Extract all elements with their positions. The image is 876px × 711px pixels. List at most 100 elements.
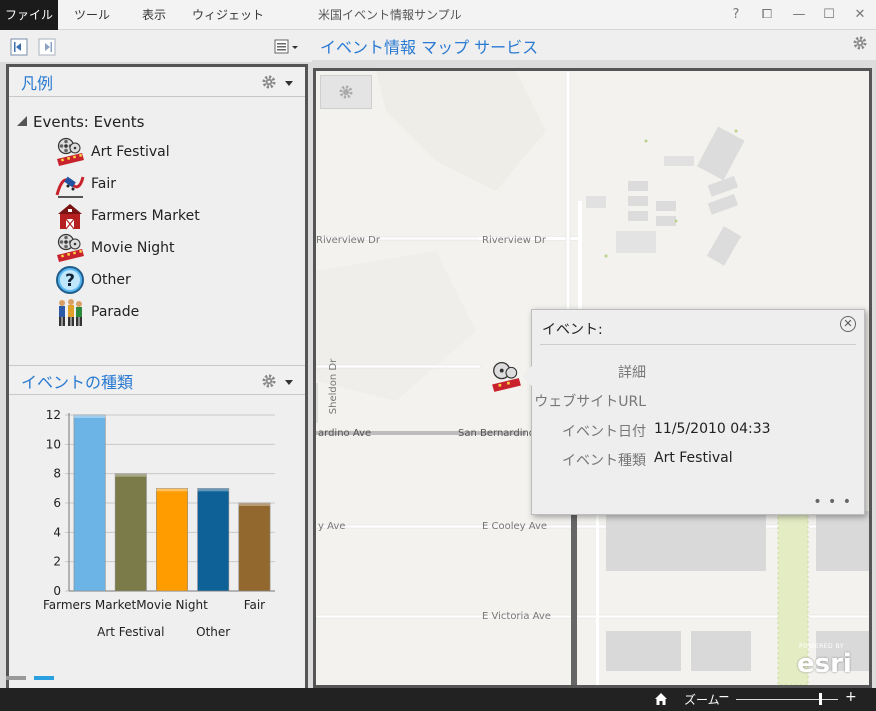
road-label: Riverview Dr (482, 235, 546, 246)
zoom-slider-track[interactable] (736, 699, 838, 700)
tab-file[interactable]: ファイル (0, 0, 58, 30)
popup-row-type: イベント種類 Art Festival (532, 450, 866, 472)
legend-item-label: Parade (91, 304, 140, 320)
x-tick-label: Fair (244, 598, 265, 612)
minimize-button[interactable]: — (789, 5, 809, 25)
tab-view[interactable]: 表示 (126, 0, 182, 30)
legend-layer-row[interactable]: Events: Events (17, 113, 144, 131)
parade-people-icon (59, 299, 82, 326)
bar (156, 488, 188, 592)
legend-header: 凡例 (9, 67, 305, 97)
status-bar: ズーム − + (0, 688, 876, 711)
left-panel-frame: 凡例 Events: Events Art Festival Fair Farm… (6, 64, 308, 692)
left-panel-toolbar (0, 30, 312, 62)
feature-popup: イベント: ✕ 詳細 ウェブサイトURL イベント日付 11/5/2010 04… (522, 309, 866, 515)
popup-pointer (522, 366, 532, 386)
question-mark-icon: ? (56, 266, 84, 294)
y-tick-label: 10 (46, 437, 61, 451)
chart-menu-chevron-down-icon[interactable] (285, 380, 293, 385)
map-settings-gear-icon[interactable] (852, 35, 868, 51)
chart-header: イベントの種類 (9, 365, 305, 395)
y-tick-label: 12 (46, 408, 61, 422)
svg-text:?: ? (65, 271, 75, 291)
event-types-chart: 0 2 4 6 8 10 12 Farmers Market Art Festival Movie… (9, 397, 305, 657)
zoom-out-button[interactable]: − (718, 689, 730, 705)
app-title: 米国イベント情報サンプル (318, 8, 462, 22)
panel-page-indicator-active[interactable] (34, 676, 54, 680)
help-button[interactable]: ? (726, 5, 746, 25)
map-title: イベント情報 マップ サービス (320, 38, 539, 57)
map-panel: イベント情報 マップ サービス Riverview Dr Riverview D… (312, 30, 876, 688)
expand-triangle-icon[interactable] (17, 116, 27, 126)
legend-menu-chevron-down-icon[interactable] (285, 81, 293, 86)
zoom-slider-thumb[interactable] (818, 693, 822, 705)
map-tool-button[interactable] (320, 75, 372, 109)
close-button[interactable]: ✕ (850, 5, 870, 25)
bar-chart: 0 2 4 6 8 10 12 Farmers Market Art Festival Movie… (43, 408, 275, 639)
collapse-panel-icon[interactable] (10, 38, 28, 56)
bar-highlight (238, 503, 271, 506)
popup-row-details: 詳細 (532, 362, 866, 384)
popup-title: イベント: (542, 322, 603, 338)
roller-coaster-icon (55, 176, 85, 198)
tab-widgets[interactable]: ウィジェット (188, 0, 268, 30)
bar-highlight (156, 488, 188, 492)
panel-page-indicator[interactable] (6, 676, 26, 680)
popup-field-key: イベント種類 (562, 453, 646, 469)
bar (197, 488, 230, 592)
maximize-button[interactable]: ☐ (819, 5, 839, 25)
zoom-in-button[interactable]: + (845, 689, 857, 705)
legend-item-label: Farmers Market (91, 208, 200, 224)
expand-panel-icon[interactable] (38, 38, 56, 56)
map-tool-gear-icon (339, 85, 353, 99)
film-reel-icon (57, 137, 84, 166)
y-tick-label: 8 (53, 467, 61, 481)
y-tick-label: 0 (53, 584, 61, 598)
home-icon[interactable] (654, 692, 668, 706)
popup-close-icon[interactable]: ✕ (840, 316, 856, 332)
panel-layout-menu-icon[interactable] (274, 38, 300, 56)
chart-panel-title: イベントの種類 (21, 373, 134, 392)
road-label: y Ave (318, 521, 346, 532)
popup-field-key: 詳細 (618, 365, 646, 381)
bar-highlight (115, 473, 147, 477)
tab-tools[interactable]: ツール (62, 0, 122, 30)
x-tick-label: Farmers Market (43, 598, 136, 612)
popup-more-options-icon[interactable]: • • • (813, 494, 852, 510)
map-view[interactable]: Riverview Dr Riverview Dr Sheldon Dr ard… (313, 68, 872, 688)
legend-layer-name: Events: Events (33, 113, 145, 131)
popup-row-date: イベント日付 11/5/2010 04:33 (532, 421, 866, 443)
bar (73, 414, 106, 592)
map-header: イベント情報 マップ サービス (312, 30, 876, 60)
legend-item-label: Movie Night (91, 240, 175, 256)
road-label: Riverview Dr (316, 235, 380, 246)
bar-highlight (73, 415, 106, 418)
bar (114, 473, 147, 592)
popup-field-key: イベント日付 (562, 424, 646, 440)
bar (238, 502, 271, 592)
zoom-label: ズーム (684, 693, 720, 707)
y-tick-label: 4 (53, 525, 61, 539)
film-reel-icon (57, 233, 84, 262)
bar-highlight (197, 488, 229, 492)
ribbon-bar: ファイル ツール 表示 ウィジェット 米国イベント情報サンプル ? ⧠ — ☐ … (0, 0, 876, 30)
y-tick-label: 2 (53, 555, 61, 569)
legend-item-label: Fair (91, 176, 116, 192)
esri-logo: POWERED BY esri (797, 643, 857, 679)
barn-icon (58, 204, 82, 230)
legend-item-label: Art Festival (91, 144, 170, 160)
fullscreen-button[interactable]: ⧠ (757, 5, 777, 25)
road-label: Sheldon Dr (328, 358, 340, 415)
left-panel: 凡例 Events: Events Art Festival Fair Farm… (0, 30, 312, 692)
y-tick-label: 6 (53, 496, 61, 510)
x-tick-label: Other (196, 625, 230, 639)
popup-field-key: ウェブサイトURL (534, 394, 646, 410)
popup-divider (540, 344, 856, 345)
road-label: E Victoria Ave (482, 611, 551, 622)
legend-settings-gear-icon[interactable] (261, 74, 277, 90)
road-label: ardino Ave (318, 428, 372, 439)
event-marker-film-reel-icon[interactable] (489, 361, 523, 393)
x-tick-label: Art Festival (97, 625, 164, 639)
chart-settings-gear-icon[interactable] (261, 373, 277, 389)
road-label: E Cooley Ave (482, 521, 548, 532)
